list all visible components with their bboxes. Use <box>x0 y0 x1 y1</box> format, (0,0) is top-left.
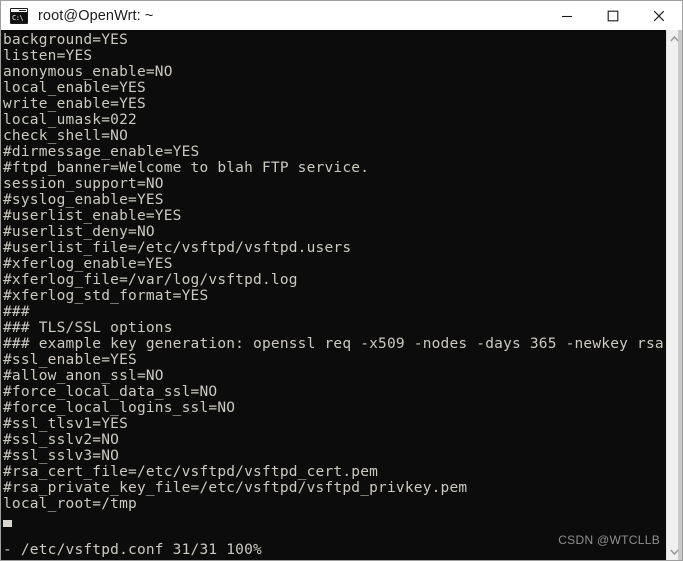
terminal-line: #ssl_sslv2=NO <box>3 432 120 448</box>
terminal-line: #rsa_private_key_file=/etc/vsftpd/vsftpd… <box>3 480 468 496</box>
terminal-line: #xferlog_enable=YES <box>3 256 173 272</box>
terminal-line: session_support=NO <box>3 176 164 192</box>
terminal-line: #allow_anon_ssl=NO <box>3 368 164 384</box>
terminal-line: #ftpd_banner=Welcome to blah FTP service… <box>3 160 370 176</box>
maximize-button[interactable] <box>590 1 636 30</box>
title-bar-left: C:\ root@OpenWrt: ~ <box>1 1 544 30</box>
scrollbar-outer-edge <box>678 30 682 560</box>
terminal-line: #dirmessage_enable=YES <box>3 144 200 160</box>
terminal-line: local_root=/tmp <box>3 496 137 512</box>
terminal-line: listen=YES <box>3 48 93 64</box>
terminal-line: #userlist_enable=YES <box>3 208 182 224</box>
terminal-line: anonymous_enable=NO <box>3 64 173 80</box>
terminal-line: #userlist_deny=NO <box>3 224 155 240</box>
terminal-text-area[interactable]: background=YES listen=YES anonymous_enable… <box>1 30 666 560</box>
terminal-line: background=YES <box>3 32 129 48</box>
terminal-line: #xferlog_file=/var/log/vsftpd.log <box>3 272 298 288</box>
terminal-line: #rsa_cert_file=/etc/vsftpd/vsftpd_cert.p… <box>3 464 379 480</box>
block-cursor <box>3 520 12 527</box>
terminal-line: #ssl_sslv3=NO <box>3 448 120 464</box>
minimize-button[interactable] <box>544 1 590 30</box>
terminal-line: #xferlog_std_format=YES <box>3 288 209 304</box>
terminal-line: #syslog_enable=YES <box>3 192 164 208</box>
terminal-line: ### example key generation: openssl req … <box>3 336 666 352</box>
terminal-line: #force_local_logins_ssl=NO <box>3 400 236 416</box>
terminal-line: #ssl_enable=YES <box>3 352 137 368</box>
terminal-icon-prompt: C:\ <box>11 12 27 23</box>
window-title: root@OpenWrt: ~ <box>38 7 154 24</box>
terminal-line: #userlist_file=/etc/vsftpd/vsftpd.users <box>3 240 352 256</box>
terminal-window: C:\ root@OpenWrt: ~ background=YES liste… <box>0 0 683 561</box>
terminal-line: local_enable=YES <box>3 80 146 96</box>
editor-status-line: - /etc/vsftpd.conf 31/31 100% <box>3 542 262 558</box>
terminal-body[interactable]: background=YES listen=YES anonymous_enable… <box>1 30 682 560</box>
window-controls <box>544 1 682 30</box>
terminal-line: ### TLS/SSL options <box>3 320 173 336</box>
terminal-line: check_shell=NO <box>3 128 129 144</box>
terminal-line: #force_local_data_ssl=NO <box>3 384 218 400</box>
terminal-line: ### <box>3 304 30 320</box>
terminal-line: write_enable=YES <box>3 96 146 112</box>
title-bar[interactable]: C:\ root@OpenWrt: ~ <box>1 1 682 30</box>
terminal-icon: C:\ <box>10 7 28 24</box>
terminal-line: local_umask=022 <box>3 112 137 128</box>
terminal-line: #ssl_tlsv1=YES <box>3 416 129 432</box>
close-button[interactable] <box>636 1 682 30</box>
